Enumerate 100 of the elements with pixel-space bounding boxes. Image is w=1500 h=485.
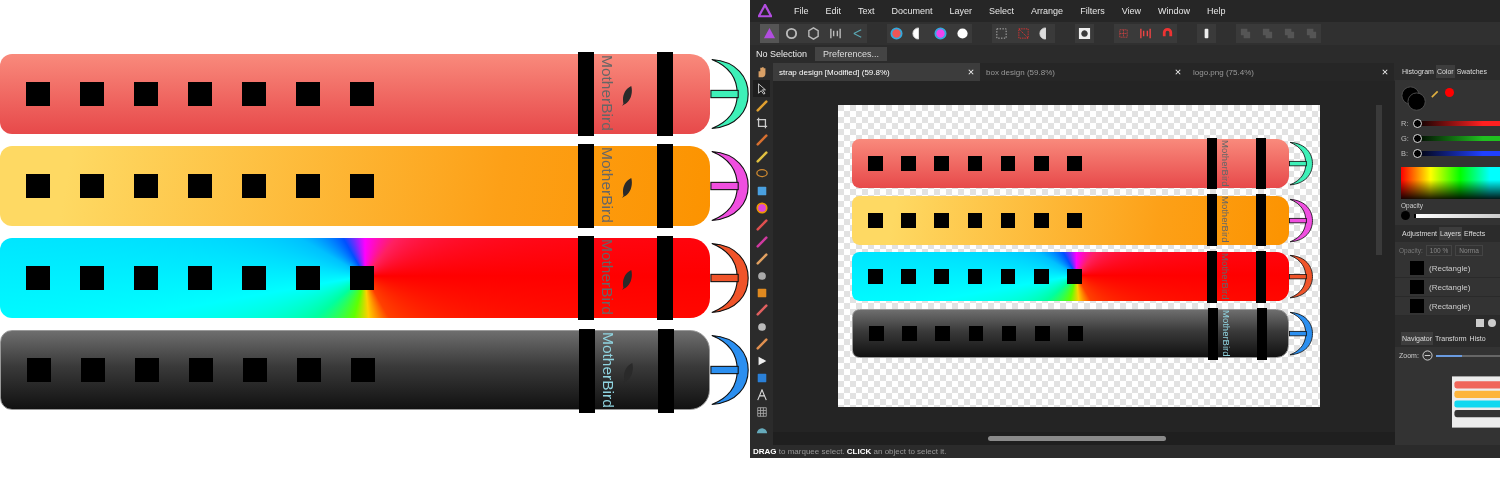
strap-hole [868, 269, 883, 285]
strap-hole [1033, 212, 1049, 228]
strap-hole [242, 266, 266, 290]
horizontal-scrollbar[interactable] [988, 436, 1166, 441]
strap-hole [242, 174, 266, 198]
strap-hole [934, 156, 950, 171]
strap-hole [1067, 212, 1082, 228]
color-wheel-icon[interactable] [931, 24, 950, 43]
strap-band [1256, 194, 1266, 246]
strap-hole [901, 269, 916, 285]
menu-item[interactable]: Filters [1080, 6, 1105, 16]
logo-text: MotherBird [1220, 139, 1231, 187]
strap-hole [902, 325, 917, 341]
close-icon[interactable] [1382, 69, 1388, 75]
feather-icon [622, 178, 634, 198]
strap-hole [935, 325, 951, 341]
strap-hole [188, 82, 212, 106]
strap-hole [1000, 156, 1016, 171]
menu-item[interactable]: Edit [825, 6, 842, 16]
strap-hole [1001, 325, 1017, 341]
strap-hole [134, 266, 158, 290]
status-hint: DRAG to marquee select. CLICK an object to select it. [750, 445, 1500, 458]
layer-row[interactable]: (Rectangle) [1395, 278, 1500, 297]
menu-item[interactable]: File [794, 6, 809, 16]
strap-band [1207, 137, 1218, 190]
strap-hole [296, 174, 320, 198]
opacity-dot-icon [1401, 211, 1410, 220]
pointer-icon[interactable] [753, 80, 770, 97]
strap-hole [934, 212, 950, 228]
channel-slider[interactable] [1414, 136, 1500, 141]
strap-hole [27, 358, 51, 382]
color-balls-icon[interactable] [887, 24, 906, 43]
strap-hole [135, 358, 159, 382]
logo-text: MotherBird [1220, 196, 1231, 243]
zoom-slider[interactable] [1435, 354, 1500, 357]
menu-item[interactable]: Help [1207, 6, 1226, 16]
feather-icon [622, 86, 634, 106]
strap-hole [1067, 269, 1082, 285]
strap-hole [1067, 156, 1082, 171]
document-tab[interactable]: box design (59.8%) [980, 63, 1187, 81]
layer-row[interactable]: (Rectangle) [1395, 259, 1500, 278]
strap-hole [242, 82, 266, 106]
strap-hole [297, 358, 321, 382]
strap-hole [189, 358, 213, 382]
strap-hole [868, 156, 883, 171]
close-icon[interactable] [1175, 69, 1181, 75]
strap-hole [1034, 325, 1050, 341]
fill-stroke-swatch-icon[interactable] [1401, 86, 1427, 112]
opacity-slider[interactable] [1414, 213, 1500, 218]
close-icon[interactable] [968, 69, 974, 75]
feather-icon [622, 270, 634, 290]
channel-slider[interactable] [1414, 121, 1500, 126]
eyedropper-icon[interactable] [1431, 88, 1441, 98]
logo-text: MotherBird [600, 331, 617, 408]
layer-thumbnail [1410, 280, 1424, 294]
menu-item[interactable]: Layer [949, 6, 973, 16]
strap-hole [1000, 269, 1016, 285]
strap-hole [967, 269, 983, 285]
strap-band [1256, 250, 1266, 303]
menu-item[interactable]: Arrange [1031, 6, 1064, 16]
menu-item[interactable]: Window [1158, 6, 1190, 16]
zoom-out-icon[interactable] [1421, 350, 1433, 361]
strap-hole [968, 325, 984, 341]
strap-hole [188, 174, 212, 198]
strap-hole [901, 156, 916, 171]
preferences-button[interactable]: Preferences... [815, 47, 888, 61]
menu-item[interactable]: View [1121, 6, 1141, 16]
document-tab[interactable]: strap design [Modified] (59.8%) [773, 63, 980, 81]
logo-text: MotherBird [599, 146, 616, 223]
strap-hole [80, 174, 104, 198]
strap-band [1207, 194, 1218, 246]
strap-hole [350, 82, 374, 106]
selection-status: No Selection [756, 49, 808, 59]
strap-hole [1068, 325, 1083, 341]
strap-hole [296, 266, 320, 290]
document-tab[interactable]: logo.png (75.4%) [1187, 63, 1394, 81]
logo-text: MotherBird [1220, 252, 1231, 300]
channel-slider[interactable] [1414, 151, 1500, 156]
logo-text: MotherBird [1221, 310, 1232, 357]
strap-hole [350, 266, 374, 290]
menu-item[interactable]: Text [858, 6, 875, 16]
logo-text: MotherBird [599, 54, 616, 131]
strap-hole [80, 82, 104, 106]
logo-text: MotherBird [599, 238, 616, 315]
strap-band [1207, 250, 1218, 303]
menu-item[interactable]: Select [989, 6, 1015, 16]
strap-hole [296, 82, 320, 106]
strap-hole [901, 212, 916, 228]
strap-hole [188, 266, 212, 290]
strap-hole [1000, 212, 1016, 228]
menu-item[interactable]: Document [891, 6, 933, 16]
current-color-dot[interactable] [1445, 88, 1454, 97]
strap-hole [81, 358, 105, 382]
layer-thumbnail [1410, 261, 1424, 275]
strap-hole [934, 269, 950, 285]
color-spectrum[interactable] [1401, 167, 1500, 199]
strap-band [1257, 308, 1267, 361]
strap-hole [26, 174, 50, 198]
triangle-logo-icon[interactable] [758, 4, 772, 18]
strap-hole [1033, 269, 1049, 285]
